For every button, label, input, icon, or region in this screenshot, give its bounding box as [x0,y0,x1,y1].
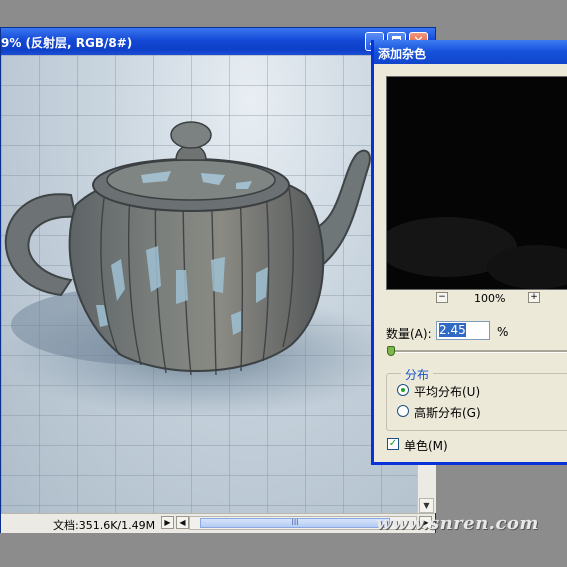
gaussian-label[interactable]: 高斯分布(G) [414,404,481,421]
amount-value: 2.45 [439,323,466,337]
uniform-label[interactable]: 平均分布(U) [414,383,480,400]
amount-input[interactable]: 2.45 [436,321,490,340]
scroll-down-icon[interactable]: ▼ [419,498,434,513]
filter-preview[interactable] [386,76,567,290]
preview-image [387,217,567,289]
distribution-title: 分布 [401,366,434,383]
teapot-render [1,121,401,417]
uniform-radio[interactable] [397,384,409,396]
distribution-group: 分布 平均分布(U) 高斯分布(G) [386,366,567,431]
horizontal-scroll-thumb[interactable]: III [200,518,390,528]
add-noise-dialog: 添加杂色 − 100% + 数量(A): 2.45 % 分布 平均分布(U) 高… [371,40,567,465]
status-menu-arrow-icon[interactable]: ▶ [161,516,174,529]
document-title: 9% (反射层, RGB/8#) [1,36,133,50]
zoom-in-button[interactable]: + [528,292,540,303]
image-canvas[interactable] [1,55,417,513]
watermark: www.snren.com [376,513,539,534]
amount-label: 数量(A): [386,327,432,341]
amount-unit: % [497,325,509,339]
monochromatic-checkbox[interactable]: ✓ [387,438,399,450]
amount-slider-thumb[interactable] [387,346,395,356]
status-bar: 文档:351.6K/1.49M ▶ ◀ III ▶ [1,513,435,533]
zoom-out-button[interactable]: − [436,292,448,303]
zoom-controls: − 100% + [436,292,546,306]
monochromatic-label[interactable]: 单色(M) [404,437,448,454]
dialog-titlebar[interactable]: 添加杂色 [374,40,567,64]
dialog-title: 添加杂色 [378,47,427,61]
document-size-status: 文档:351.6K/1.49M [53,519,156,532]
gaussian-radio[interactable] [397,405,409,417]
zoom-level: 100% [474,292,506,305]
document-titlebar[interactable]: 9% (反射层, RGB/8#) ✕ [1,28,435,55]
amount-slider-track[interactable] [390,350,567,353]
scroll-left-icon[interactable]: ◀ [176,516,189,529]
